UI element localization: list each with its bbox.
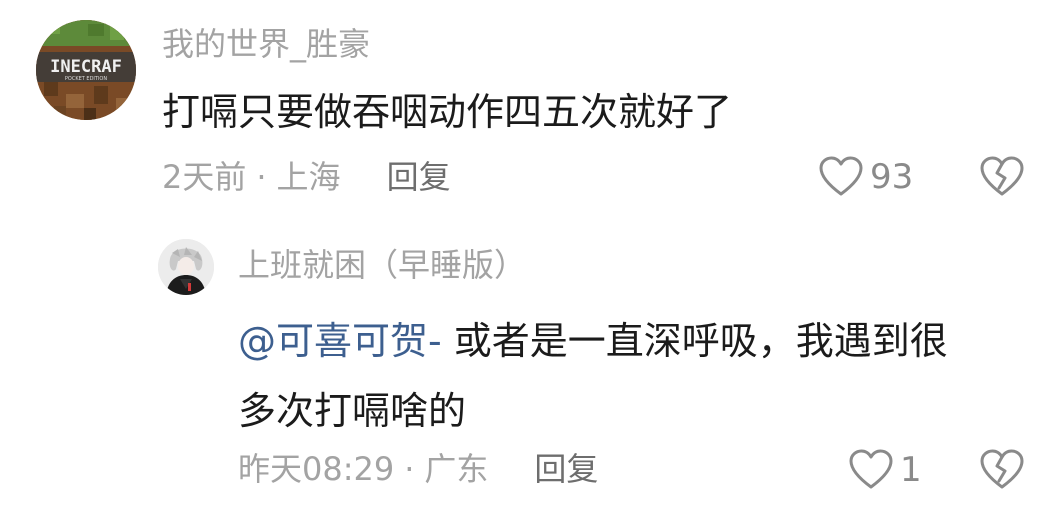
comment-time: 2天前 xyxy=(162,158,247,196)
reply-username[interactable]: 上班就困（早睡版） xyxy=(238,245,526,285)
reply-text-line2: 多次打嗝啥的 xyxy=(238,389,467,433)
comment-text: 打嗝只要做吞咽动作四五次就好了 xyxy=(162,90,733,134)
comment-location: 上海 xyxy=(276,158,341,196)
reply-button[interactable]: 回复 xyxy=(534,449,598,489)
user-avatar[interactable]: INECRAF POCKET EDITION xyxy=(36,20,136,120)
comment-username[interactable]: 我的世界_胜豪 xyxy=(162,24,370,64)
minecraft-avatar-image: INECRAF POCKET EDITION xyxy=(36,20,136,120)
reply-user-avatar[interactable] xyxy=(158,239,214,295)
reply-time: 昨天08:29 xyxy=(238,450,395,488)
avatar-logo-text: INECRAF xyxy=(50,57,122,77)
dislike-button[interactable] xyxy=(979,449,1025,495)
like-count: 1 xyxy=(900,450,922,490)
heart-outline-icon xyxy=(849,449,893,489)
comment-meta: 2天前 · 上海 回复 xyxy=(162,157,451,197)
broken-heart-icon xyxy=(980,156,1024,196)
dislike-button[interactable] xyxy=(979,156,1025,202)
meta-separator: · xyxy=(404,450,415,488)
like-button[interactable]: 93 xyxy=(818,156,913,198)
anime-avatar-image xyxy=(158,239,214,295)
reply-button[interactable]: 回复 xyxy=(387,157,451,197)
meta-separator: · xyxy=(256,158,267,196)
reply-text-line1: 或者是一直深呼吸，我遇到很 xyxy=(441,319,948,363)
heart-outline-icon xyxy=(819,156,863,196)
reply-meta: 昨天08:29 · 广东 回复 xyxy=(238,449,598,489)
avatar-logo-subtext: POCKET EDITION xyxy=(65,76,107,82)
reply-location: 广东 xyxy=(424,450,489,488)
mention-link[interactable]: @可喜可贺- xyxy=(238,319,442,363)
like-button[interactable]: 1 xyxy=(848,449,922,491)
broken-heart-icon xyxy=(980,449,1024,489)
like-count: 93 xyxy=(870,157,914,197)
reply-text: @可喜可贺- 或者是一直深呼吸，我遇到很 多次打嗝啥的 xyxy=(238,306,1028,446)
